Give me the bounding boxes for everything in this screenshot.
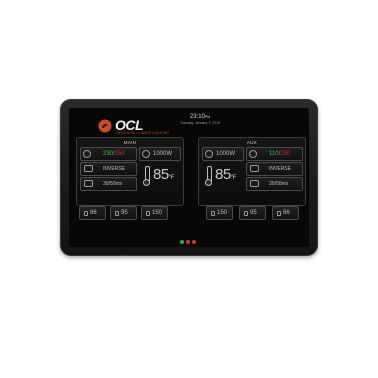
range-icon (250, 180, 259, 187)
preset-icon (84, 211, 88, 216)
mode-icon (84, 165, 93, 172)
gauge-icon (205, 150, 213, 158)
aux-power-value: 1000W (216, 151, 236, 157)
main-power-button[interactable]: 1000W (139, 147, 181, 161)
preset-icon (115, 211, 119, 216)
logo-tagline: OFFSHORE CLIMATE LIGHTING (116, 131, 170, 135)
logo-emblem-icon (98, 119, 112, 133)
power-icon (83, 150, 91, 158)
aux-panel-title: AUX (246, 140, 258, 145)
controller-screen: OCL OFFSHORE CLIMATE LIGHTING 23:10PM Tu… (69, 108, 309, 247)
aux-range-button[interactable]: 30/50ms (246, 177, 303, 191)
range-icon (84, 180, 93, 187)
aux-voltage-red: 150 (280, 151, 291, 157)
preset-icon (244, 211, 248, 216)
main-temp-display: 85°F (153, 166, 174, 183)
main-range-button[interactable]: 30/50ms (80, 177, 137, 191)
main-preset-button-2[interactable]: 95 (110, 206, 137, 220)
clock-time: 23:10 (189, 114, 205, 120)
main-preset-button-3[interactable]: 150 (141, 206, 168, 220)
gauge-icon (142, 150, 150, 158)
main-panel-title: MAIN (123, 140, 137, 145)
aux-mode-button[interactable]: INVERSE (246, 162, 303, 176)
main-voltage-green: 230 (103, 151, 114, 157)
status-dot-red-2 (192, 240, 196, 244)
aux-power-button[interactable]: 1000W (202, 147, 244, 161)
thermometer-icon (143, 166, 150, 186)
main-power-value: 1000W (153, 151, 173, 157)
thermometer-icon (205, 166, 212, 186)
ocl-logo: OCL OFFSHORE CLIMATE LIGHTING (86, 114, 169, 136)
aux-temp-unit: °F (230, 175, 237, 181)
mode-icon (250, 165, 259, 172)
aux-voltage-button[interactable]: 110/150 (246, 147, 303, 161)
aux-range-value: 30/50ms (269, 181, 289, 187)
main-voltage-button[interactable]: 230/150 (80, 147, 137, 161)
preset-icon (146, 211, 150, 216)
status-dot-green (180, 240, 184, 244)
status-dot-red-1 (186, 240, 190, 244)
aux-mode-value: INVERSE (269, 166, 291, 172)
main-panel: MAIN 230/150 1000W INVERSE 30/50ms 85°F (76, 137, 184, 206)
aux-temp-display: 85°F (215, 166, 236, 183)
aux-voltage-green: 110 (269, 151, 279, 157)
clock-display: 23:10PM Tuesday, January 7, 2019 (165, 114, 235, 125)
aux-preset-button-3[interactable]: 86 (272, 206, 299, 220)
clock-ampm: PM (204, 115, 211, 119)
preset-icon (277, 211, 281, 216)
main-voltage-red: 150 (114, 151, 125, 157)
main-mode-value: INVERSE (103, 166, 125, 172)
preset-icon (211, 211, 215, 216)
clock-date: Tuesday, January 7, 2019 (179, 121, 221, 125)
main-preset-button-1[interactable]: 86 (79, 206, 106, 220)
aux-preset-button-1[interactable]: 150 (206, 206, 233, 220)
aux-panel: AUX 1000W 110/150 85°F INVERSE 30/50ms (198, 137, 306, 206)
main-temp-unit: °F (168, 175, 175, 181)
power-icon (249, 150, 257, 158)
tablet-device: OCL OFFSHORE CLIMATE LIGHTING 23:10PM Tu… (60, 99, 318, 256)
main-temp-value: 85 (153, 166, 169, 183)
aux-temp-value: 85 (215, 166, 231, 183)
aux-preset-button-2[interactable]: 95 (239, 206, 266, 220)
main-mode-button[interactable]: INVERSE (80, 162, 137, 176)
main-range-value: 30/50ms (103, 181, 123, 187)
